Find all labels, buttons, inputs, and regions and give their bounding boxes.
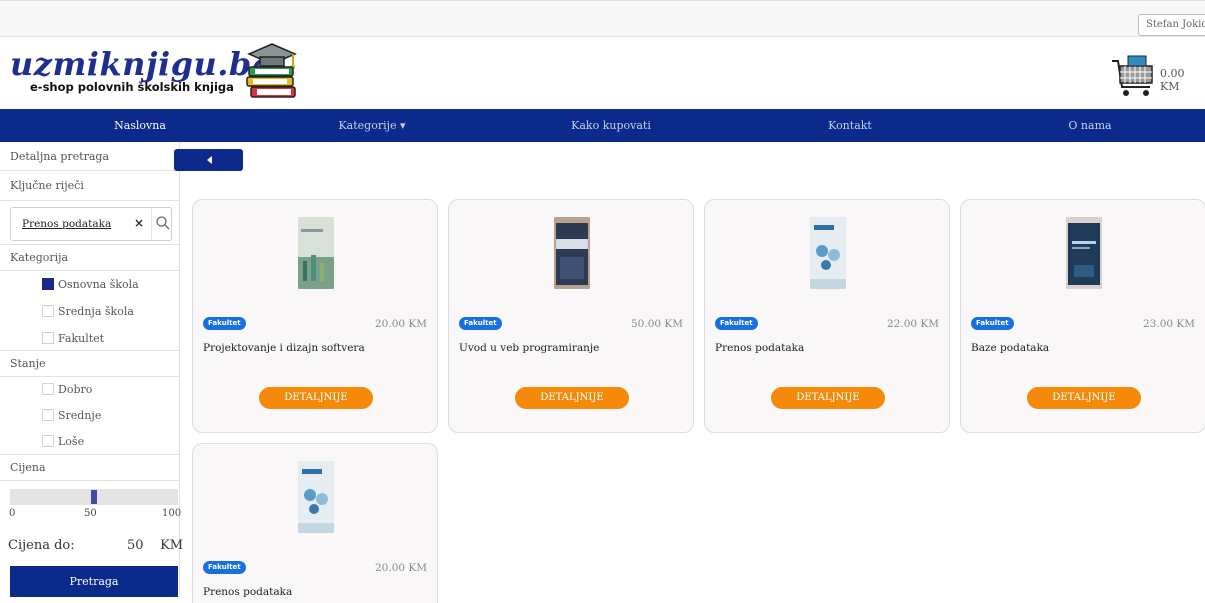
product-title: Uvod u veb programiranje [459, 342, 600, 354]
user-menu-button[interactable]: Stefan Jokic [1138, 14, 1205, 36]
price-slider-thumb[interactable] [91, 490, 97, 504]
nav-item-kategorije[interactable]: Kategorije ▾ [272, 109, 472, 142]
details-button[interactable]: DETALJNIJE [1027, 387, 1141, 409]
chevron-left-icon [207, 156, 212, 164]
category-badge: Fakultet [459, 317, 502, 330]
checkbox[interactable] [42, 278, 54, 290]
category-badge: Fakultet [203, 561, 246, 574]
nav-item-kontakt[interactable]: Kontakt [750, 109, 950, 142]
search-submit-button[interactable]: Pretraga [10, 566, 178, 597]
checkbox[interactable] [42, 305, 54, 317]
product-price: 20.00 KM [375, 318, 427, 330]
price-up-to-value: 50 KM [127, 538, 183, 553]
product-card[interactable]: Fakultet 23.00 KM Baze podataka DETALJNI… [960, 199, 1205, 433]
price-currency: KM [160, 538, 184, 553]
product-price: 20.00 KM [375, 562, 427, 574]
product-card[interactable]: Fakultet 20.00 KM Projektovanje i dizajn… [192, 199, 438, 433]
book-cover-image [554, 217, 590, 289]
slider-mid-label: 50 [84, 508, 97, 519]
collapse-sidebar-button[interactable] [174, 149, 243, 171]
category-heading: Kategorija [0, 245, 180, 271]
search-icon[interactable] [154, 214, 172, 232]
price-value: 50 [127, 538, 144, 553]
slider-max-label: 100 [162, 508, 182, 519]
category-badge: Fakultet [203, 317, 246, 330]
shopping-cart-icon[interactable] [1110, 53, 1156, 99]
book-cover-image [298, 461, 334, 533]
slider-min-label: 0 [9, 508, 16, 519]
category-badge: Fakultet [971, 317, 1014, 330]
product-card[interactable]: Fakultet 22.00 KM Prenos podataka DETALJ… [704, 199, 950, 433]
condition-heading: Stanje [0, 351, 180, 377]
price-heading: Cijena [0, 455, 180, 481]
checkbox-label: Dobro [58, 383, 93, 396]
product-title: Prenos podataka [715, 342, 805, 354]
product-price: 23.00 KM [1143, 318, 1195, 330]
user-name: Stefan Jokic [1146, 19, 1205, 30]
product-price: 50.00 KM [631, 318, 683, 330]
books-graduation-cap-icon [246, 43, 297, 98]
search-input[interactable] [12, 209, 134, 239]
checkbox-label: Srednja škola [58, 305, 134, 318]
nav-item-naslovna[interactable]: Naslovna [40, 109, 240, 142]
product-price: 22.00 KM [887, 318, 939, 330]
checkbox-label: Loše [58, 435, 85, 448]
search-divider [151, 208, 152, 240]
checkbox[interactable] [42, 332, 54, 344]
cart-total: 0.00 KM [1160, 67, 1185, 93]
details-button[interactable]: DETALJNIJE [259, 387, 373, 409]
checkbox-label: Osnovna škola [58, 278, 139, 291]
checkbox[interactable] [42, 409, 54, 421]
keyword-search-box: × [10, 207, 172, 241]
book-cover-image [298, 217, 334, 289]
top-bar: Stefan Jokic [0, 0, 1205, 37]
product-title: Baze podataka [971, 342, 1050, 354]
checkbox[interactable] [42, 383, 54, 395]
clear-search-icon[interactable]: × [134, 216, 144, 230]
site-tagline: e-shop polovnih školskih knjiga [30, 80, 234, 94]
details-button[interactable]: DETALJNIJE [771, 387, 885, 409]
product-title: Prenos podataka [203, 586, 293, 598]
nav-item-kako-kupovati[interactable]: Kako kupovati [511, 109, 711, 142]
checkbox-label: Srednje [58, 409, 102, 422]
product-card[interactable]: Fakultet 50.00 KM Uvod u veb programiran… [448, 199, 694, 433]
category-badge: Fakultet [715, 317, 758, 330]
product-title: Projektovanje i dizajn softvera [203, 342, 365, 354]
detailed-search-heading: Detaljna pretraga [0, 142, 180, 171]
product-card[interactable]: Fakultet 20.00 KM Prenos podataka [192, 443, 438, 603]
filter-sidebar: Detaljna pretraga Ključne riječi × Kateg… [0, 142, 180, 597]
book-cover-image [810, 217, 846, 289]
main-nav: Naslovna Kategorije ▾ Kako kupovati Kont… [0, 109, 1205, 142]
price-up-to-label: Cijena do: [8, 538, 75, 553]
keywords-heading: Ključne riječi [0, 171, 180, 201]
site-logo[interactable]: uzmiknjigu.ba [10, 45, 273, 83]
nav-item-o-nama[interactable]: O nama [990, 109, 1190, 142]
checkbox-label: Fakultet [58, 332, 105, 345]
checkbox[interactable] [42, 435, 54, 447]
book-cover-image [1066, 217, 1102, 289]
site-header: uzmiknjigu.ba e-shop polovnih školskih k… [0, 37, 1205, 109]
details-button[interactable]: DETALJNIJE [515, 387, 629, 409]
